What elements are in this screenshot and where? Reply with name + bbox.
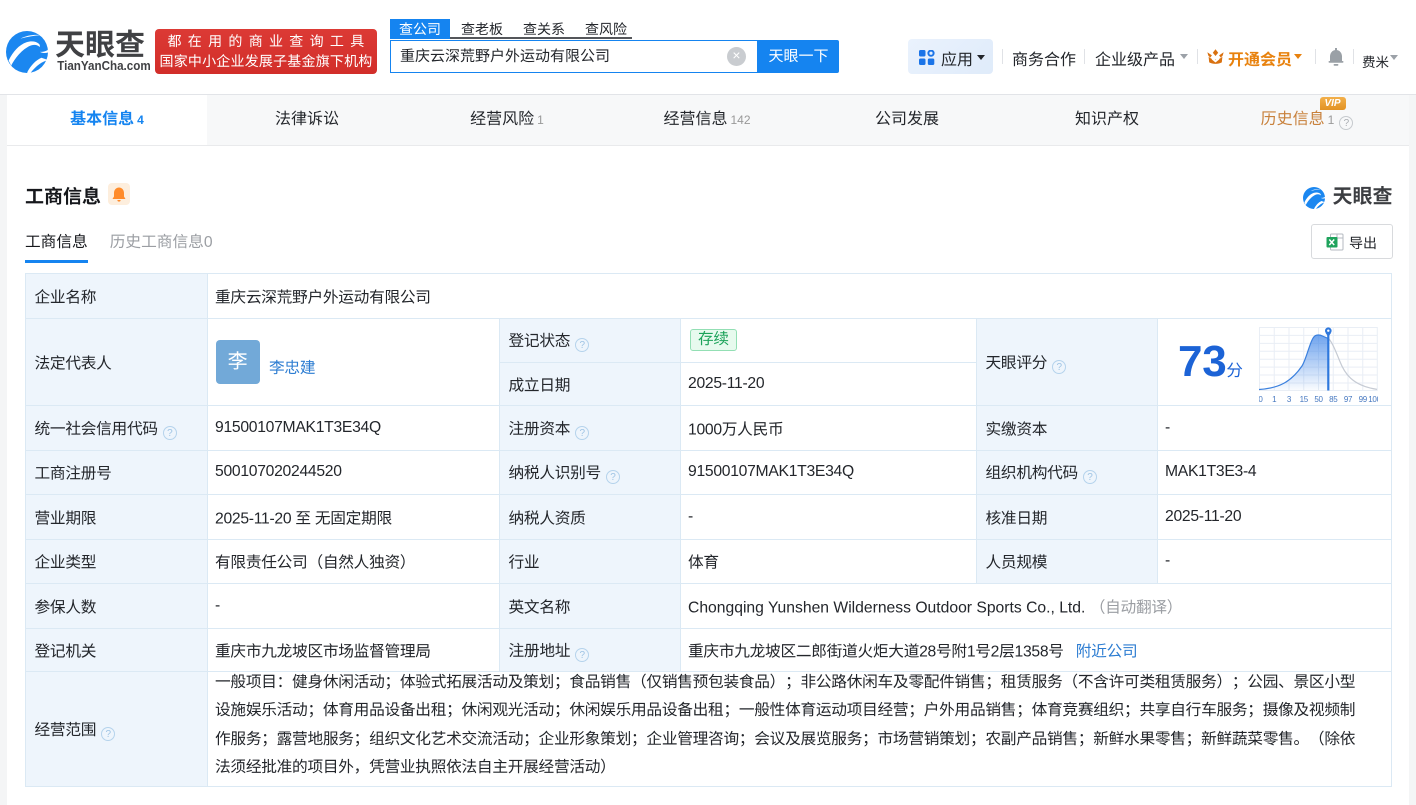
svg-text:15: 15 xyxy=(1300,395,1309,404)
svg-text:1: 1 xyxy=(1272,395,1277,404)
svg-text:99: 99 xyxy=(1359,395,1368,404)
svg-text:85: 85 xyxy=(1329,395,1338,404)
svg-text:50: 50 xyxy=(1314,395,1323,404)
svg-text:100: 100 xyxy=(1368,395,1378,404)
svg-text:0: 0 xyxy=(1259,395,1263,404)
svg-text:97: 97 xyxy=(1344,395,1353,404)
svg-text:3: 3 xyxy=(1287,395,1292,404)
